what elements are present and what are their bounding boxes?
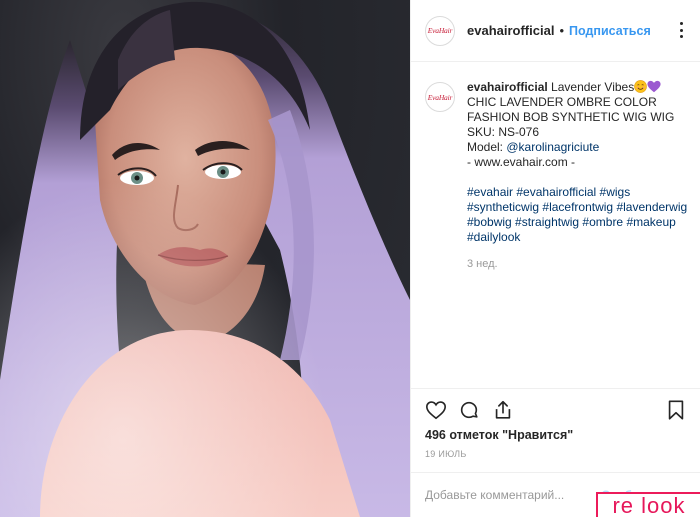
watermark-text: re look (612, 492, 686, 517)
bookmark-icon[interactable] (665, 399, 687, 421)
hashtag-list: #evahair #evahairofficial #wigs #synthet… (467, 185, 689, 245)
post-caption: EvaHair evahairofficial Lavender Vibes C… (425, 80, 689, 272)
caption-body: evahairofficial Lavender Vibes CHIC LAVE… (467, 80, 689, 272)
hashtag-link[interactable]: #straightwig (515, 215, 579, 229)
hashtag-link[interactable]: #lacefrontwig (542, 200, 613, 214)
action-bar (411, 388, 700, 428)
share-icon[interactable] (492, 399, 514, 421)
smile-emoji-icon (634, 80, 648, 93)
caption-avatar[interactable]: EvaHair (425, 82, 455, 112)
hashtag-link[interactable]: #syntheticwig (467, 200, 539, 214)
post-date[interactable]: 19 ИЮЛЬ (425, 449, 467, 459)
likes-count[interactable]: 496 отметок "Нравится" (425, 428, 573, 442)
hashtag-link[interactable]: #ombre (582, 215, 623, 229)
comment-icon[interactable] (458, 399, 480, 421)
heart-icon[interactable] (425, 399, 447, 421)
caption-product-text: CHIC LAVENDER OMBRE COLOR FASHION BOB SY… (467, 95, 675, 139)
header-username[interactable]: evahairofficial (467, 23, 554, 38)
caption-title: Lavender Vibes (551, 80, 635, 94)
relook-watermark: re look (596, 492, 700, 517)
follow-button[interactable]: Подписаться (569, 24, 651, 38)
profile-avatar[interactable]: EvaHair (425, 15, 455, 46)
purple-heart-emoji-icon (647, 80, 661, 93)
post-details-panel: EvaHair evahairofficial • Подписаться Ev… (410, 0, 700, 517)
caption-avatar-logo-text: EvaHair (427, 92, 453, 102)
portrait-illustration (0, 0, 410, 517)
caption-site-text: - www.evahair.com - (467, 155, 576, 169)
caption-model-label: Model: (467, 140, 507, 154)
hashtag-link[interactable]: #bobwig (467, 215, 512, 229)
post-photo[interactable] (0, 0, 410, 517)
hashtag-link[interactable]: #dailylook (467, 230, 520, 244)
hashtag-link[interactable]: #lavenderwig (616, 200, 687, 214)
header-separator: • (559, 23, 564, 38)
hashtag-link[interactable]: #wigs (600, 185, 631, 199)
post-header: EvaHair evahairofficial • Подписаться (411, 0, 700, 62)
more-options-icon[interactable] (673, 22, 689, 38)
model-mention-link[interactable]: @karolinagriciute (506, 140, 599, 154)
hashtag-link[interactable]: #makeup (626, 215, 675, 229)
hashtag-link[interactable]: #evahair (467, 185, 513, 199)
avatar-logo-text: EvaHair (427, 26, 453, 35)
hashtag-link[interactable]: #evahairofficial (516, 185, 596, 199)
comment-input[interactable] (425, 488, 595, 502)
caption-username[interactable]: evahairofficial (467, 80, 548, 94)
caption-timestamp[interactable]: 3 нед. (467, 257, 689, 272)
